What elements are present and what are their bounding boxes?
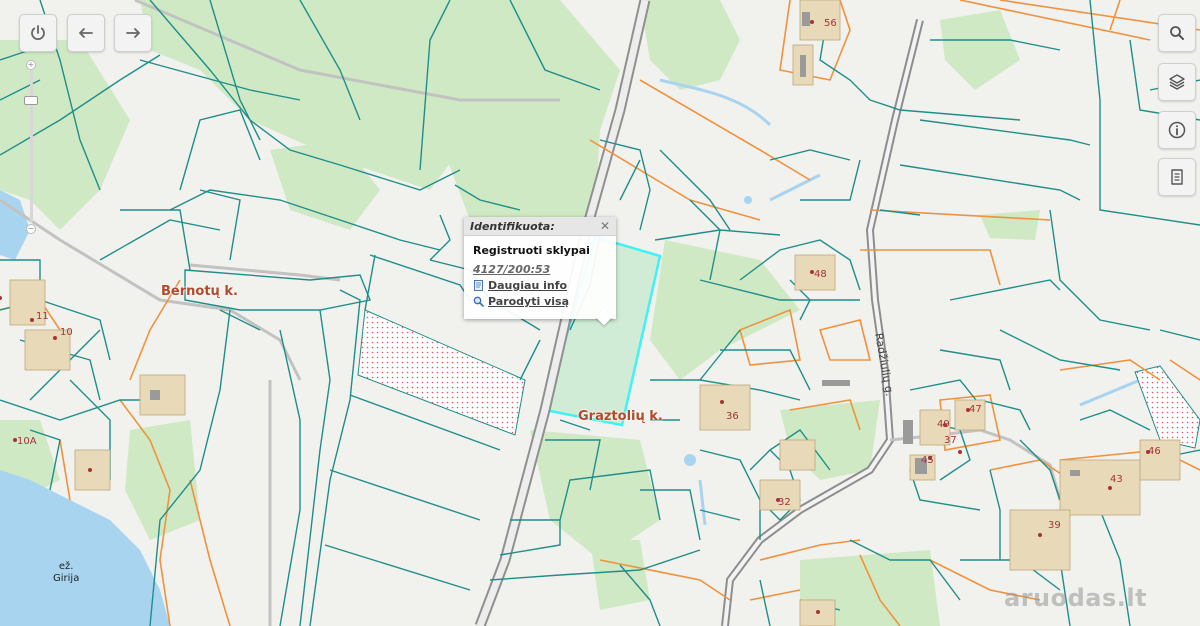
parcel-number-link[interactable]: 4127/200:53 [473,263,607,276]
identify-popup: Identifikuota: ✕ Registruoti sklypai 412… [464,217,616,326]
forward-button[interactable] [114,14,152,52]
more-info-link[interactable]: Daugiau info [473,279,607,292]
zoom-icon [473,296,484,307]
house-number-43: 43 [1110,474,1123,485]
house-number-36: 36 [726,411,739,422]
house-number-10a: 10A [17,436,37,447]
house-number-47: 47 [969,404,982,415]
document-icon [474,280,483,291]
house-number-37: 37 [944,435,957,446]
house-number-11: 11 [36,311,49,322]
power-button[interactable] [19,14,57,52]
close-icon[interactable]: ✕ [600,220,610,232]
watermark: aruodas.lt [1004,584,1148,612]
info-button[interactable] [1158,111,1196,149]
layers-icon [1169,74,1185,90]
hatched-parcel [1134,365,1200,449]
back-button[interactable] [67,14,105,52]
zoom-in-button[interactable]: + [26,60,36,70]
place-label-bernotu: Bernotų k. [161,284,238,299]
popup-header: Identifikuota: ✕ [464,217,616,236]
popup-title: Identifikuota: [470,219,555,233]
document-icon [1171,169,1183,185]
house-number-48: 48 [814,269,827,280]
more-info-label: Daugiau info [488,279,568,292]
hatched-parcel [357,309,526,436]
house-number-49: 49 [937,419,950,430]
popup-body: Registruoti sklypai 4127/200:53 Daugiau … [464,236,616,308]
document-button[interactable] [1158,158,1196,196]
show-all-link[interactable]: Parodyti visą [473,295,607,308]
house-number-56: 56 [824,18,837,29]
layers-button[interactable] [1158,63,1196,101]
zoom-slider[interactable]: + − [24,58,38,234]
arrow-right-icon [126,28,140,38]
search-button[interactable] [1158,14,1196,52]
lake-label: ež. Girija [53,561,79,585]
info-icon [1168,121,1186,139]
house-number-45: 45 [921,455,934,466]
place-label-graztoliu: Graztolių k. [578,409,663,424]
house-number-10: 10 [60,327,73,338]
lake-label-name: Girija [53,573,80,584]
arrow-left-icon [79,28,93,38]
popup-layer-name: Registruoti sklypai [473,244,590,257]
house-number-39: 39 [1048,520,1061,531]
search-icon [1170,26,1184,40]
house-number-32: 32 [778,497,791,508]
power-icon [31,25,45,40]
show-all-label: Parodyti visą [488,295,569,308]
zoom-out-button[interactable]: − [26,224,36,234]
zoom-handle[interactable] [24,96,38,105]
lake-label-prefix: ež. [58,561,74,572]
house-number-46: 46 [1148,446,1161,457]
zoom-track[interactable] [30,70,33,222]
